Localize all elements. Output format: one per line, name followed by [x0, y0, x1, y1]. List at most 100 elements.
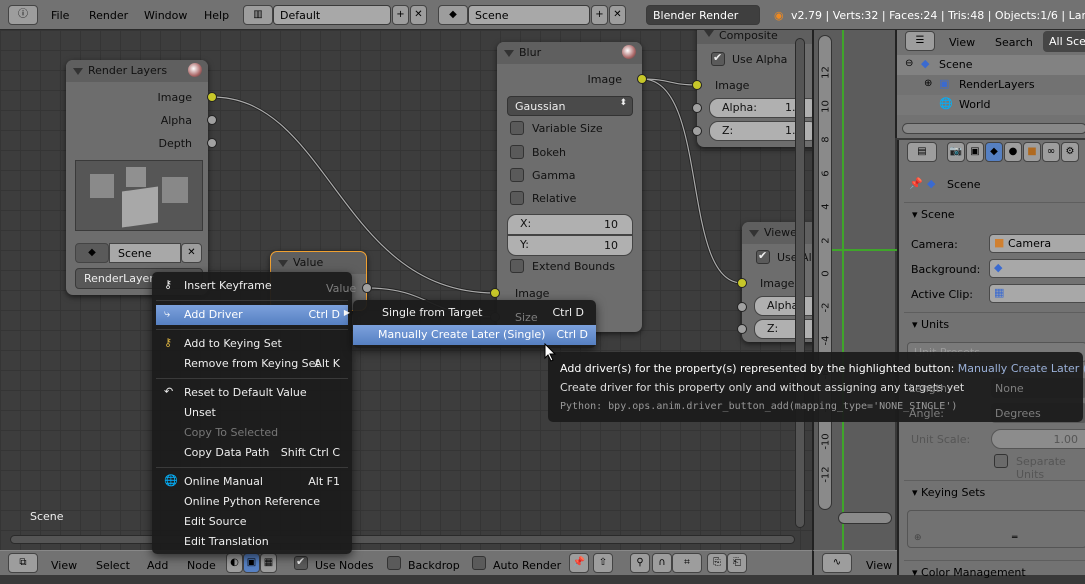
backdrop-checkbox[interactable]: [387, 556, 401, 570]
info-editor-icon[interactable]: ⓘ: [8, 5, 38, 25]
outliner-row-world[interactable]: 🌐 World: [897, 95, 1085, 115]
copy-nodes-icon[interactable]: ⎘: [707, 553, 727, 573]
graph-menu-view[interactable]: View: [866, 559, 892, 572]
menu-item-add-to-keying-set[interactable]: ⚷ Add to Keying Set: [156, 334, 348, 354]
graph-horizontal-scrollbar[interactable]: [838, 512, 892, 524]
node-blur[interactable]: Blur Image Gaussian ⬍ Variable Size Bokeh…: [497, 42, 642, 332]
outliner-menu-view[interactable]: View: [949, 36, 975, 49]
menu-item-add-driver[interactable]: ⤷ Add Driver Ctrl D ▶: [156, 305, 350, 325]
socket-composite-alpha-in[interactable]: [692, 103, 702, 113]
outliner-menu-search[interactable]: Search: [995, 36, 1033, 49]
menu-render[interactable]: Render: [89, 9, 128, 22]
auto-render-checkbox[interactable]: [472, 556, 486, 570]
filter-type-dropdown[interactable]: Gaussian ⬍: [507, 96, 633, 116]
scene-selector[interactable]: Scene: [468, 5, 590, 25]
use-nodes-checkbox[interactable]: [294, 555, 308, 570]
delete-scene-button[interactable]: ✕: [609, 5, 626, 25]
editor-type-icon[interactable]: ⧉: [8, 553, 38, 573]
outliner-row-renderlayers[interactable]: ⊕ ▣ RenderLayers: [897, 75, 1085, 95]
extend-bounds-checkbox[interactable]: [510, 259, 524, 273]
constraints-tab-icon[interactable]: ∞: [1042, 142, 1060, 162]
variable-size-checkbox[interactable]: [510, 121, 524, 135]
menu-node[interactable]: Node: [187, 559, 216, 572]
render-engine-dropdown[interactable]: Blender Render: [646, 5, 760, 25]
scene-icon[interactable]: ◆: [438, 5, 468, 25]
render-layers-tab-icon[interactable]: ▣: [966, 142, 984, 162]
socket-depth-out[interactable]: [207, 138, 217, 148]
pin-icon[interactable]: 📌: [909, 177, 923, 190]
submenu-item-manually-create-later[interactable]: Manually Create Later (Single) Ctrl D: [353, 325, 596, 345]
scene-tab-icon[interactable]: ◆: [985, 142, 1003, 162]
properties-type-icon[interactable]: ▤: [907, 142, 937, 162]
menu-item-reset-default[interactable]: ↶ Reset to Default Value: [156, 383, 348, 403]
bokeh-checkbox[interactable]: [510, 145, 524, 159]
socket-image-out[interactable]: [207, 92, 217, 102]
separate-units-checkbox[interactable]: [994, 454, 1008, 468]
menu-view[interactable]: View: [51, 559, 77, 572]
panel-keying-sets-header[interactable]: ▾ Keying Sets: [904, 480, 1085, 504]
graph-editor[interactable]: 121086420-2-4-6-8-10-12: [812, 30, 897, 550]
modifiers-tab-icon[interactable]: ⚙: [1061, 142, 1079, 162]
menu-item-edit-source[interactable]: Edit Source: [156, 512, 348, 532]
outliner-filter-dropdown[interactable]: All Scenes: [1043, 31, 1085, 52]
scene-field[interactable]: Scene: [109, 243, 181, 263]
outliner-scrollbar[interactable]: [902, 123, 1085, 134]
menu-item-copy-data-path[interactable]: Copy Data Path Shift Ctrl C: [156, 443, 348, 463]
socket-value-out[interactable]: [362, 283, 372, 293]
node-render-layers[interactable]: Render Layers Image Alpha Depth ◆ Scene …: [66, 60, 208, 295]
socket-viewer-alpha-in[interactable]: [737, 302, 747, 312]
compositing-nodes-icon[interactable]: ▣: [243, 553, 260, 573]
delete-layout-button[interactable]: ✕: [410, 5, 427, 25]
menu-select[interactable]: Select: [96, 559, 130, 572]
layout-selector[interactable]: Default: [273, 5, 391, 25]
menu-window[interactable]: Window: [144, 9, 187, 22]
menu-item-online-manual[interactable]: 🌐 Online Manual Alt F1: [156, 472, 348, 492]
parent-up-icon[interactable]: ⇧: [593, 553, 613, 573]
menu-item-insert-keyframe[interactable]: ⚷ Insert Keyframe: [156, 276, 348, 296]
menu-item-edit-translation[interactable]: Edit Translation: [156, 532, 348, 552]
keying-sets-list[interactable]: ⊕ ═: [907, 510, 1085, 548]
socket-alpha-out[interactable]: [207, 115, 217, 125]
menu-help[interactable]: Help: [204, 9, 229, 22]
world-tab-icon[interactable]: ●: [1004, 142, 1022, 162]
material-preview-icon[interactable]: [188, 63, 202, 77]
render-tab-icon[interactable]: 📷: [947, 142, 965, 162]
menu-file[interactable]: File: [51, 9, 69, 22]
add-scene-button[interactable]: +: [591, 5, 608, 25]
menu-add[interactable]: Add: [147, 559, 168, 572]
clear-scene-button[interactable]: ✕: [181, 243, 202, 263]
add-layout-button[interactable]: +: [392, 5, 409, 25]
menu-item-remove-from-keying-set[interactable]: Remove from Keying Set Alt K: [156, 354, 348, 374]
panel-color-management-header[interactable]: ▾ Color Management: [904, 560, 1085, 584]
gamma-checkbox[interactable]: [510, 168, 524, 182]
blur-x-field[interactable]: X: 10: [507, 214, 633, 235]
layout-icon[interactable]: ▥: [243, 5, 273, 25]
horizontal-scrollbar[interactable]: [10, 535, 795, 544]
use-alpha-checkbox[interactable]: [711, 51, 725, 66]
menu-item-online-python-reference[interactable]: Online Python Reference: [156, 492, 348, 512]
texture-nodes-icon[interactable]: ▦: [260, 553, 277, 573]
panel-scene-header[interactable]: ▾ Scene: [904, 202, 1085, 226]
object-tab-icon[interactable]: ■: [1023, 142, 1041, 162]
paste-nodes-icon[interactable]: ⎗: [727, 553, 747, 573]
snap-icon[interactable]: ⚲: [630, 553, 650, 573]
material-preview-icon[interactable]: [622, 45, 636, 59]
relative-checkbox[interactable]: [510, 191, 524, 205]
pin-icon[interactable]: 📌: [569, 553, 589, 573]
snap-element-icon[interactable]: ⌗: [672, 553, 702, 573]
submenu-item-single-from-target[interactable]: Single from Target Ctrl D: [357, 303, 592, 323]
socket-blur-image-in[interactable]: [490, 288, 500, 298]
active-clip-field[interactable]: ▦: [989, 284, 1085, 303]
node-editor[interactable]: Render Layers Image Alpha Depth ◆ Scene …: [0, 30, 812, 550]
graph-editor-type-icon[interactable]: ∿: [822, 553, 852, 573]
shader-nodes-icon[interactable]: ◐: [226, 553, 243, 573]
socket-composite-z-in[interactable]: [692, 126, 702, 136]
magnet-icon[interactable]: ∩: [652, 553, 672, 573]
scene-browse-icon[interactable]: ◆: [75, 243, 109, 263]
use-alpha-checkbox[interactable]: [756, 249, 770, 264]
socket-viewer-z-in[interactable]: [737, 324, 747, 334]
background-field[interactable]: ◆: [989, 259, 1085, 278]
menu-item-unset[interactable]: Unset: [156, 403, 348, 423]
panel-units-header[interactable]: ▾ Units: [904, 312, 1085, 336]
socket-viewer-image-in[interactable]: [737, 278, 747, 288]
